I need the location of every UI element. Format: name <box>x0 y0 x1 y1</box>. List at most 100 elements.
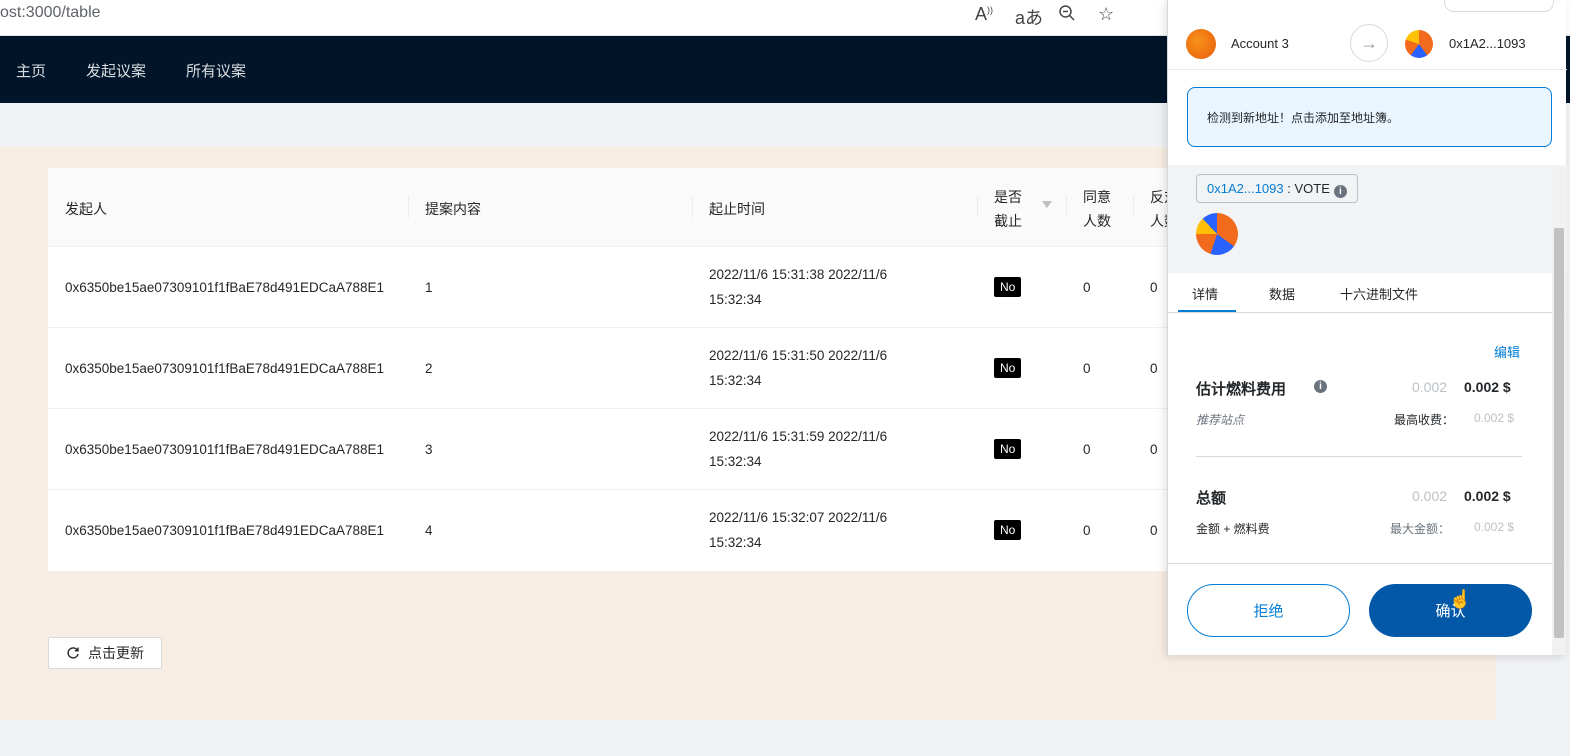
cell-against: 0 <box>1150 361 1158 376</box>
tab-data[interactable]: 数据 <box>1269 284 1295 303</box>
account-bar: Account 3 → 0x1A2...1093 <box>1168 18 1567 70</box>
header-agree-line1: 同意 <box>1083 189 1111 205</box>
footer-divider <box>1168 563 1567 564</box>
nav-create-proposal[interactable]: 发起议案 <box>86 60 146 81</box>
cell-initiator: 0x6350be15ae07309101f1fBaE78d491EDCaA788… <box>65 442 385 457</box>
status-badge: No <box>994 358 1022 378</box>
cell-time-line2: 15:32:34 <box>709 535 762 550</box>
total-value: 0.002 $ <box>1464 488 1511 504</box>
info-icon[interactable]: i <box>1314 380 1327 393</box>
cell-initiator: 0x6350be15ae07309101f1fBaE78d491EDCaA788… <box>65 523 385 538</box>
cell-initiator: 0x6350be15ae07309101f1fBaE78d491EDCaA788… <box>65 361 385 376</box>
scrollbar-thumb[interactable] <box>1554 228 1564 638</box>
nav-all-proposals[interactable]: 所有议案 <box>186 60 246 81</box>
method-name: VOTE <box>1294 181 1330 196</box>
cell-against: 0 <box>1150 280 1158 295</box>
filter-icon[interactable] <box>1042 201 1052 208</box>
header-ended-line1: 是否 <box>994 189 1022 205</box>
gas-fee-gray: 0.002 <box>1412 379 1448 395</box>
edit-link[interactable]: 编辑 <box>1494 342 1520 361</box>
cell-time-line1: 2022/11/6 15:31:50 2022/11/6 <box>709 348 888 363</box>
cell-agree: 0 <box>1083 361 1091 376</box>
header-content: 提案内容 <box>425 201 481 217</box>
cell-time-line1: 2022/11/6 15:32:07 2022/11/6 <box>709 510 888 525</box>
table-header: 发起人 提案内容 起止时间 是否 截止 同意 人数 反对 人数 <box>48 168 1178 247</box>
alert-text: 检测到新地址！点击添加至地址簿。 <box>1207 111 1400 125</box>
from-account-name[interactable]: Account 3 <box>1231 36 1289 51</box>
cell-agree: 0 <box>1083 523 1091 538</box>
tab-hex[interactable]: 十六进制文件 <box>1340 284 1418 303</box>
cell-initiator: 0x6350be15ae07309101f1fBaE78d491EDCaA788… <box>65 280 385 295</box>
max-fee-label: 最高收费： <box>1394 413 1455 427</box>
reject-label: 拒绝 <box>1253 603 1284 620</box>
cell-time-line1: 2022/11/6 15:31:38 2022/11/6 <box>709 267 888 282</box>
header-separator <box>977 196 978 218</box>
cell-time-line2: 15:32:34 <box>709 292 762 307</box>
tab-details[interactable]: 详情 <box>1192 284 1218 303</box>
active-tab-indicator <box>1178 310 1236 312</box>
cell-content: 4 <box>425 523 433 538</box>
cell-content: 1 <box>425 280 433 295</box>
info-icon[interactable]: i <box>1333 185 1347 198</box>
cell-against: 0 <box>1150 442 1158 457</box>
table-row: 0x6350be15ae07309101f1fBaE78d491EDCaA788… <box>48 247 1178 328</box>
max-fee-value: 0.002 $ <box>1474 411 1515 425</box>
cell-time-line2: 15:32:34 <box>709 373 762 388</box>
popup-scrollbar[interactable] <box>1552 168 1566 655</box>
metamask-popup: Account 3 → 0x1A2...1093 检测到新地址！点击添加至地址簿… <box>1167 0 1567 655</box>
cell-content: 2 <box>425 361 433 376</box>
contract-avatar <box>1196 213 1238 255</box>
header-agree-line2: 人数 <box>1083 213 1111 229</box>
nav-home[interactable]: 主页 <box>16 60 46 81</box>
header-time: 起止时间 <box>709 201 765 217</box>
to-avatar <box>1405 30 1433 58</box>
translate-icon[interactable]: aあ <box>1015 4 1043 30</box>
cell-time-line1: 2022/11/6 15:31:59 2022/11/6 <box>709 429 888 444</box>
cell-time-line2: 15:32:34 <box>709 454 762 469</box>
status-badge: No <box>994 439 1022 459</box>
max-amount-value: 0.002 $ <box>1474 520 1515 534</box>
method-section: 0x1A2...1093 : VOTE i <box>1168 165 1567 273</box>
to-address[interactable]: 0x1A2...1093 <box>1449 36 1526 51</box>
table-row: 0x6350be15ae07309101f1fBaE78d491EDCaA788… <box>48 328 1178 409</box>
hand-cursor-icon: ☝ <box>1449 589 1472 609</box>
header-separator <box>692 196 693 218</box>
refresh-label: 点击更新 <box>88 645 144 661</box>
max-amount-label: 最大金额： <box>1390 522 1451 536</box>
total-gray: 0.002 <box>1412 488 1448 504</box>
table-row: 0x6350be15ae07309101f1fBaE78d491EDCaA788… <box>48 490 1178 571</box>
status-badge: No <box>994 520 1022 540</box>
arrow-right-icon: → <box>1350 24 1388 62</box>
header-separator <box>1133 196 1134 218</box>
divider <box>1196 456 1522 457</box>
method-tag[interactable]: 0x1A2...1093 : VOTE i <box>1196 174 1358 203</box>
total-label: 总额 <box>1196 490 1227 507</box>
gas-site-suggested[interactable]: 推荐站点 <box>1196 411 1244 428</box>
status-badge: No <box>994 277 1022 297</box>
detail-tabs: 详情 数据 十六进制文件 <box>1168 273 1567 313</box>
refresh-button[interactable]: 点击更新 <box>48 637 162 669</box>
read-aloud-icon[interactable]: A)) <box>975 4 993 25</box>
header-ended-line2: 截止 <box>994 213 1022 229</box>
total-sub-label: 金额 + 燃料费 <box>1196 522 1270 536</box>
gas-fee-label: 估计燃料费用 <box>1196 381 1287 398</box>
reject-button[interactable]: 拒绝 <box>1187 584 1350 637</box>
gas-fee-value: 0.002 $ <box>1464 379 1511 395</box>
cell-agree: 0 <box>1083 280 1091 295</box>
header-separator <box>1066 196 1067 218</box>
header-separator <box>408 196 409 218</box>
network-pill[interactable] <box>1444 0 1554 12</box>
url-text[interactable]: ost:3000/table <box>0 4 101 22</box>
method-separator: : <box>1283 181 1295 196</box>
proposals-table: 发起人 提案内容 起止时间 是否 截止 同意 人数 反对 人数 0x6350be… <box>48 168 1178 571</box>
favorites-icon[interactable]: ☆ <box>1098 4 1114 25</box>
new-address-alert[interactable]: 检测到新地址！点击添加至地址簿。 <box>1187 87 1552 147</box>
header-initiator: 发起人 <box>65 201 107 217</box>
cell-content: 3 <box>425 442 433 457</box>
zoom-out-icon[interactable] <box>1058 4 1076 27</box>
refresh-icon <box>67 647 79 659</box>
cell-against: 0 <box>1150 523 1158 538</box>
method-address: 0x1A2...1093 <box>1207 181 1284 196</box>
cell-agree: 0 <box>1083 442 1091 457</box>
table-row: 0x6350be15ae07309101f1fBaE78d491EDCaA788… <box>48 409 1178 490</box>
